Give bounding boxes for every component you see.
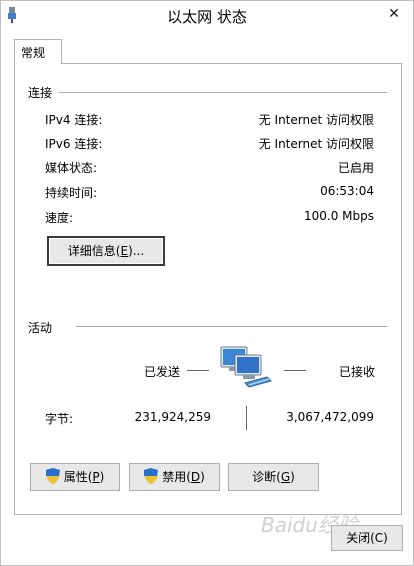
connection-divider <box>59 92 387 93</box>
disable-button-accesskey: D <box>190 470 201 484</box>
activity-divider <box>76 326 387 327</box>
sent-label: 已发送 <box>144 365 181 379</box>
diagnose-button-text-end: ) <box>290 470 295 484</box>
close-button[interactable]: 关闭(C) <box>331 525 403 551</box>
title-bar[interactable]: 以太网 状态 ✕ <box>1 1 413 31</box>
properties-button-accesskey: P <box>92 470 100 484</box>
ethernet-status-window: 以太网 状态 ✕ 常规 连接 IPv4 连接: 无 Internet 访问权限 … <box>0 0 414 566</box>
uac-shield-icon <box>144 467 159 484</box>
properties-button-text-end: ) <box>99 470 105 484</box>
uac-shield-icon <box>45 467 60 484</box>
activity-section-title: 活动 <box>28 319 53 336</box>
bytes-received-value: 3,067,472,099 <box>286 410 374 424</box>
diagnose-button[interactable]: 诊断(G) <box>228 463 319 491</box>
duration-label: 持续时间: <box>45 186 98 200</box>
disable-button-text-end: ) <box>200 470 205 484</box>
sent-dash <box>187 370 209 371</box>
tab-label: 常规 <box>21 46 46 60</box>
media-state-label: 媒体状态: <box>45 161 98 175</box>
speed-value: 100.0 Mbps <box>303 209 374 223</box>
diagnose-button-text: 诊断( <box>252 470 281 484</box>
properties-button[interactable]: 属性(P) <box>30 463 120 491</box>
duration-value: 06:53:04 <box>320 184 374 198</box>
close-icon[interactable]: ✕ <box>381 3 407 25</box>
speed-label: 速度: <box>45 211 74 225</box>
details-button-accesskey: E <box>120 244 129 258</box>
details-button-text-end: )... <box>128 244 145 258</box>
bytes-sent-value: 231,924,259 <box>134 410 211 424</box>
ipv6-value: 无 Internet 访问权限 <box>258 137 374 151</box>
media-state-value: 已启用 <box>337 161 374 175</box>
ipv4-label: IPv4 连接: <box>45 113 103 127</box>
general-panel <box>14 63 402 515</box>
tab-general[interactable]: 常规 <box>14 39 62 64</box>
close-button-label: 关闭(C) <box>346 531 388 545</box>
details-button[interactable]: 详细信息(E)... <box>48 237 164 265</box>
ipv4-value: 无 Internet 访问权限 <box>258 113 374 127</box>
bytes-label: 字节: <box>45 412 74 426</box>
connection-section-title: 连接 <box>28 84 53 101</box>
received-label: 已接收 <box>339 365 376 379</box>
properties-button-text: 属性( <box>63 470 93 484</box>
network-computers-icon <box>219 345 275 391</box>
details-button-text: 详细信息( <box>67 244 121 258</box>
diagnose-button-accesskey: G <box>280 470 291 484</box>
bytes-separator <box>246 406 247 430</box>
window-title: 以太网 状态 <box>167 8 247 26</box>
disable-button[interactable]: 禁用(D) <box>129 463 220 491</box>
disable-button-text: 禁用( <box>162 470 191 484</box>
ipv6-label: IPv6 连接: <box>45 137 103 151</box>
received-dash <box>284 370 306 371</box>
